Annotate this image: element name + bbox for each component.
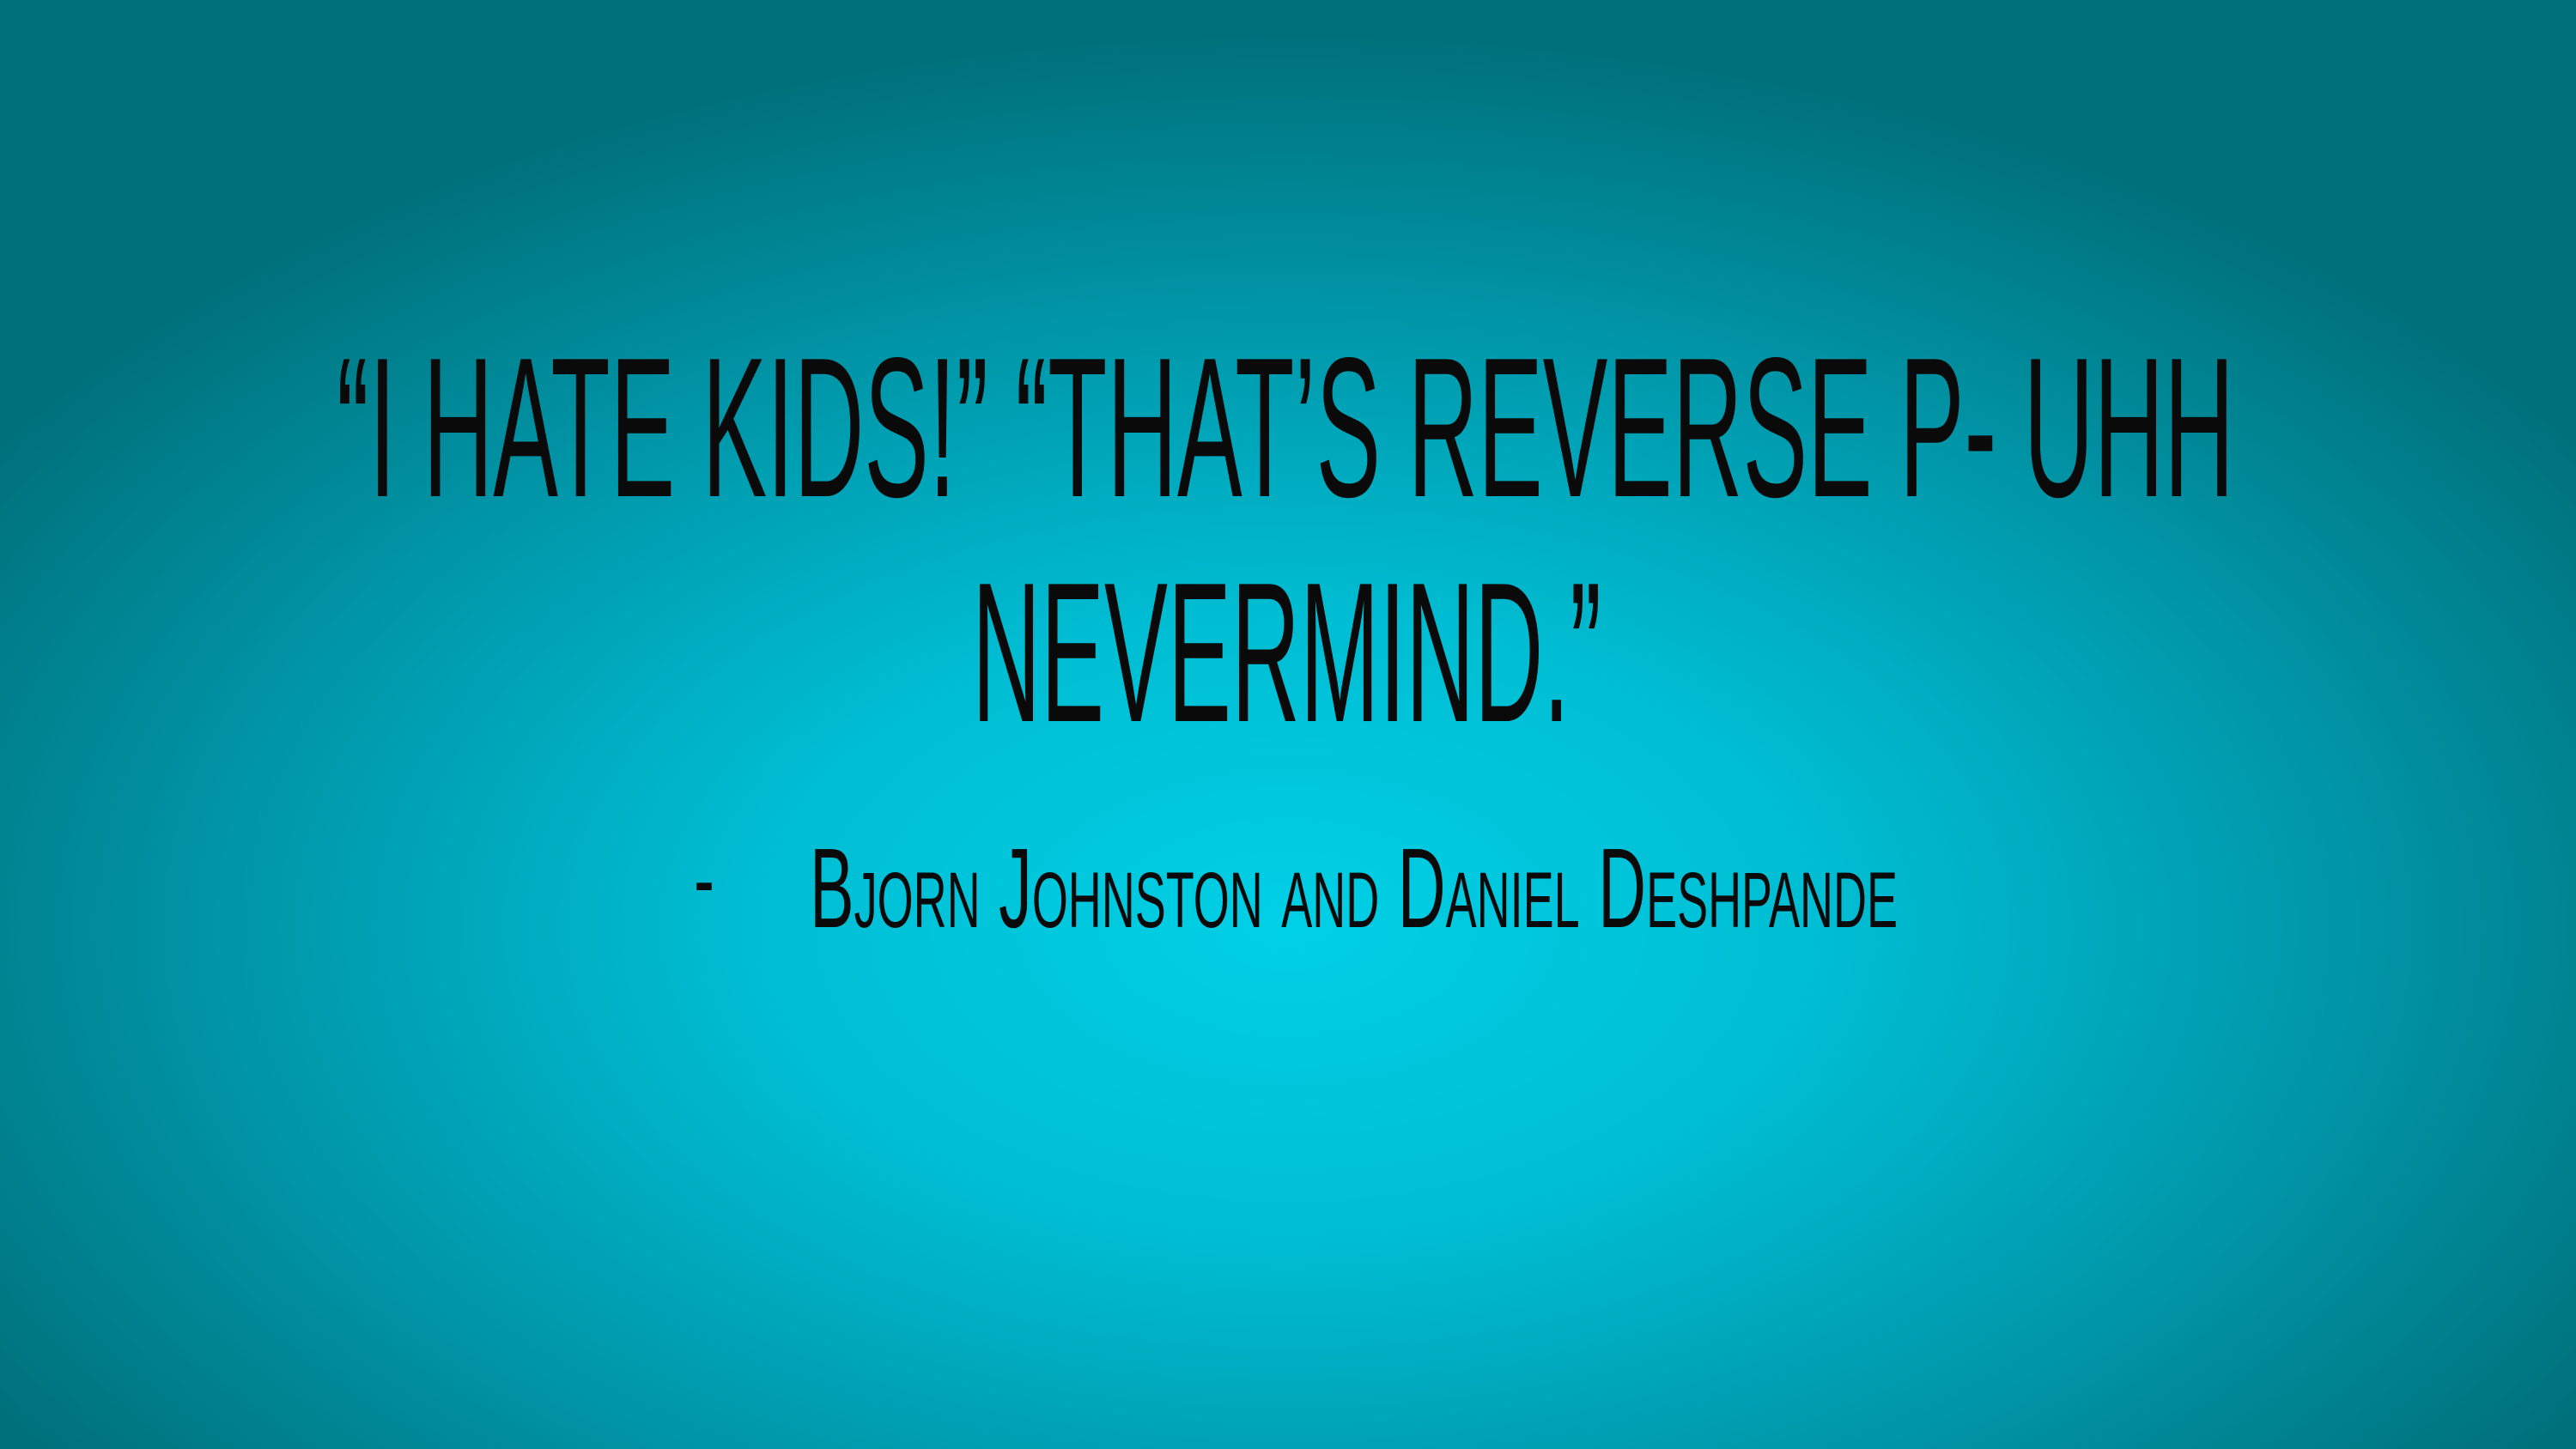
attribution-authors: Bjorn Johnston and Daniel Deshpande xyxy=(810,825,1898,951)
quote-text-1: “I HATE KIDS!” “THAT’S REVERSE P- UHH xyxy=(337,317,2234,539)
slide-canvas: “I HATE KIDS!” “THAT’S REVERSE P- UHH NE… xyxy=(337,317,2234,951)
attribution-dash: - xyxy=(694,827,714,932)
quote-text-2: NEVERMIND.” xyxy=(972,542,1601,764)
